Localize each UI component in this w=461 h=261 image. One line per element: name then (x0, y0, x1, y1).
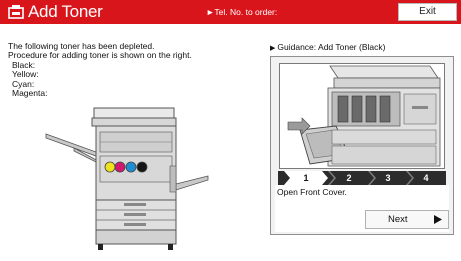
next-button-label: Next (388, 214, 408, 225)
step-3: 3 (385, 173, 391, 183)
toner-cyan-icon (125, 161, 137, 173)
message-line-2: Procedure for adding toner is shown on t… (8, 50, 192, 61)
title-bar: Add Toner ►Tel. No. to order: Exit (0, 0, 461, 24)
step-2: 2 (346, 173, 352, 183)
color-label-black: Black: (12, 59, 36, 70)
guidance-image (279, 63, 445, 169)
step-caption: Open Front Cover. (277, 187, 347, 197)
color-label-magenta: Magenta: (12, 88, 48, 99)
toner-magenta-icon (114, 161, 126, 173)
toner-black-icon (136, 161, 148, 173)
tel-number-link[interactable]: ►Tel. No. to order: (206, 6, 277, 18)
open-front-cover-illustration (280, 64, 444, 168)
next-button[interactable]: Next (365, 210, 449, 229)
step-indicator: 1 2 3 4 (278, 171, 446, 185)
step-4: 4 (423, 173, 429, 183)
page-title: Add Toner (28, 2, 103, 21)
printer-illustration (45, 107, 209, 250)
guidance-panel: 1 2 3 4 Open Front Cover. Next (270, 56, 454, 235)
guidance-arrow-icon: ▶ (270, 45, 276, 52)
guidance-title: Guidance: Add Toner (Black) (277, 42, 386, 52)
guidance-header: ▶ Guidance: Add Toner (Black) (270, 42, 385, 54)
color-label-yellow: Yellow: (12, 69, 39, 80)
toner-yellow-icon (104, 161, 116, 173)
exit-button[interactable]: Exit (398, 3, 457, 21)
step-1: 1 (303, 173, 309, 183)
toner-cartridge-icon (8, 5, 24, 19)
triangle-right-icon (434, 215, 442, 224)
